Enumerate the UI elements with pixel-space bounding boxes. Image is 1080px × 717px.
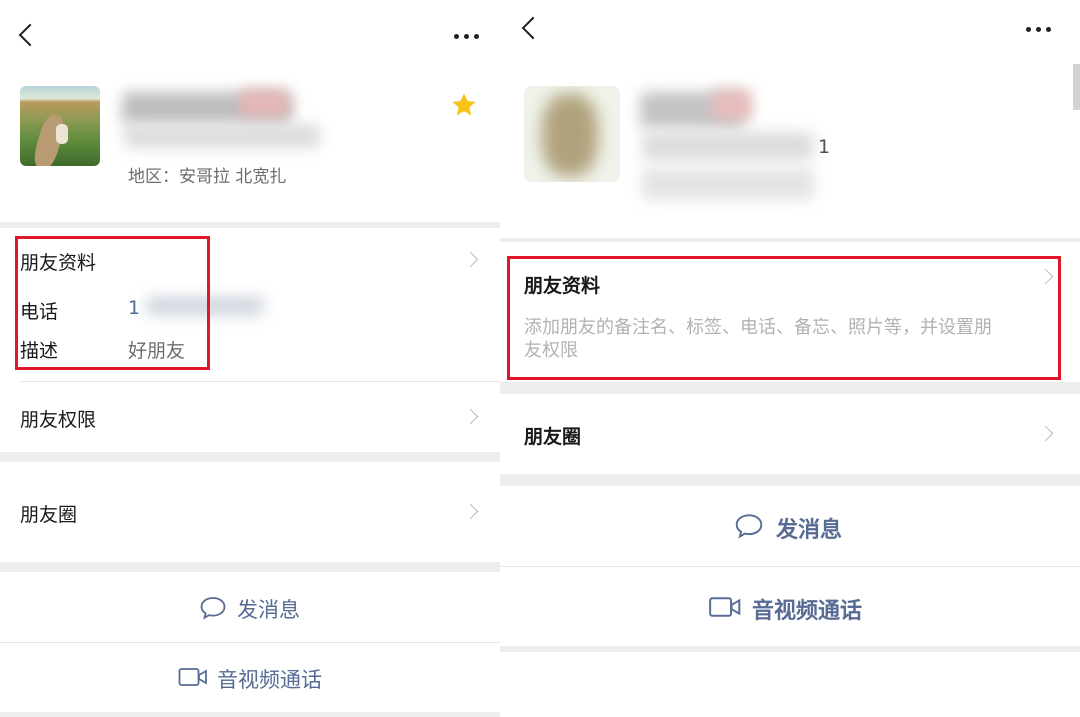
avatar[interactable] (20, 86, 100, 166)
divider (0, 642, 500, 643)
send-message-button[interactable]: 发消息 (776, 512, 842, 544)
video-camera-icon (709, 597, 741, 617)
blurred-region (642, 168, 814, 200)
star-icon[interactable] (450, 91, 478, 119)
chat-bubble-icon (200, 597, 226, 620)
region-text: 地区：安哥拉 北宽扎 (128, 167, 287, 187)
send-message-button[interactable]: 发消息 (237, 594, 300, 624)
chat-bubble-icon (735, 514, 763, 539)
avatar[interactable] (524, 86, 620, 182)
moments-item[interactable]: 朋友圈 (524, 422, 581, 449)
av-call-button[interactable]: 音视频通话 (217, 664, 322, 694)
divider (20, 381, 500, 382)
moments-card (500, 394, 1080, 474)
divider (500, 566, 1080, 567)
bottom-area (500, 652, 1080, 717)
blurred-name-accent (240, 90, 288, 118)
right-screen: 1 朋友资料 添加朋友的备注名、标签、电话、备忘、照片等，并设置朋 友权限 朋友… (500, 0, 1080, 717)
blurred-wechat-id (124, 124, 320, 148)
moments-item[interactable]: 朋友圈 (20, 500, 77, 527)
video-camera-icon (178, 668, 207, 686)
more-icon[interactable] (1026, 27, 1051, 32)
more-icon[interactable] (454, 34, 479, 39)
highlight-box (507, 256, 1061, 380)
blurred-name-accent (712, 90, 752, 120)
friend-permissions-item[interactable]: 朋友权限 (20, 405, 96, 432)
scrollbar[interactable] (1073, 64, 1080, 110)
av-call-button[interactable]: 音视频通话 (752, 593, 862, 625)
blurred-wechat-id (642, 132, 814, 160)
highlight-box (15, 236, 210, 370)
left-screen: 地区：安哥拉 北宽扎 朋友资料 电话 1 描述 好朋友 朋友权限 朋友圈 发消息… (0, 0, 500, 717)
wechat-id-digit: 1 (818, 136, 831, 158)
